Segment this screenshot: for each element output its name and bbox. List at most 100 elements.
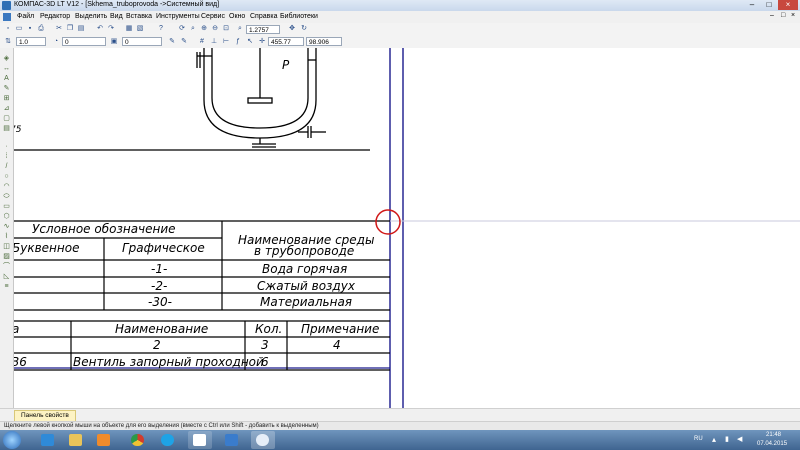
- doc-minimize-icon[interactable]: –: [770, 12, 774, 19]
- polygon-icon[interactable]: ⬡: [2, 212, 11, 221]
- kompas-icon: [193, 434, 206, 446]
- parametrization-icon[interactable]: ⊞: [2, 94, 11, 103]
- rotate-icon[interactable]: ↻: [300, 25, 308, 33]
- contour-icon[interactable]: ◫: [2, 242, 11, 251]
- cursor-icon[interactable]: ↖: [246, 38, 254, 46]
- refresh-icon[interactable]: ⟳: [178, 25, 186, 33]
- pan-icon[interactable]: ✥: [288, 25, 296, 33]
- select-icon[interactable]: ▢: [2, 114, 11, 123]
- language-indicator[interactable]: RU: [694, 436, 703, 442]
- layer-combo[interactable]: 0: [62, 37, 106, 46]
- local-cs-icon[interactable]: ⊢: [222, 38, 230, 46]
- menu-edit[interactable]: Редактор: [40, 13, 70, 20]
- undo-icon[interactable]: ↶: [96, 25, 104, 33]
- menu-service[interactable]: Сервис: [201, 13, 225, 20]
- spec-number: 3: [261, 338, 269, 352]
- menu-tools[interactable]: Инструменты: [156, 13, 200, 20]
- zoom-window-icon[interactable]: ⌕: [189, 25, 197, 33]
- doc-close-icon[interactable]: ×: [791, 12, 795, 19]
- legend-row-graphic: -2-: [151, 279, 168, 293]
- taskbar-ie-window[interactable]: [220, 431, 244, 449]
- zoom-combo[interactable]: 1.2757: [246, 25, 280, 34]
- minimize-icon[interactable]: –: [744, 0, 760, 10]
- menu-select[interactable]: Выделить: [75, 13, 107, 20]
- zoom-icon[interactable]: ⌕: [236, 25, 244, 33]
- taskbar-kompas-lt[interactable]: [251, 431, 275, 449]
- network-icon[interactable]: ▮: [725, 435, 729, 443]
- manager-icon[interactable]: ▧: [136, 25, 144, 33]
- ellipse-icon[interactable]: ⬭: [2, 192, 11, 201]
- segment-icon[interactable]: /: [2, 162, 11, 171]
- legend-header-medium-2: в трубопроводе: [254, 244, 355, 258]
- menu-libraries[interactable]: Библиотеки: [280, 13, 318, 20]
- save-icon[interactable]: ▪: [26, 25, 34, 33]
- new-file-icon[interactable]: ▫: [4, 25, 12, 33]
- clock-date[interactable]: 07.04.2015: [757, 441, 787, 447]
- copy-icon[interactable]: ❐: [66, 25, 74, 33]
- taskbar-kompas[interactable]: [188, 431, 212, 449]
- step-icon: ⇅: [5, 38, 11, 45]
- redo-icon[interactable]: ↷: [107, 25, 115, 33]
- geometry-icon[interactable]: ◈: [2, 54, 11, 63]
- legend-row-medium: Вода горячая: [262, 262, 348, 276]
- start-button[interactable]: [3, 431, 21, 449]
- spec-icon[interactable]: ▤: [2, 124, 11, 133]
- snap-icon[interactable]: ✎: [168, 38, 176, 46]
- taskbar-chrome[interactable]: [126, 431, 150, 449]
- properties-icon[interactable]: ▦: [125, 25, 133, 33]
- fillet-icon[interactable]: ⌒: [2, 262, 11, 271]
- legend-header-graphic: Графическое: [122, 241, 205, 255]
- coord-y-field[interactable]: 98.906: [306, 37, 342, 46]
- hatch-icon[interactable]: ▨: [2, 252, 11, 261]
- volume-icon[interactable]: ◀: [737, 435, 742, 443]
- taskbar-media[interactable]: [92, 431, 116, 449]
- edit-icon[interactable]: ✎: [2, 84, 11, 93]
- paste-icon[interactable]: ▤: [77, 25, 85, 33]
- clock-time[interactable]: 21:48: [766, 432, 781, 438]
- open-file-icon[interactable]: ▭: [15, 25, 23, 33]
- circle-icon[interactable]: ○: [2, 172, 11, 181]
- rectangle-icon[interactable]: ▭: [2, 202, 11, 211]
- menu-window[interactable]: Окно: [229, 13, 245, 20]
- measure-icon[interactable]: ⊿: [2, 104, 11, 113]
- style-combo[interactable]: 0: [122, 37, 162, 46]
- equidistant-icon[interactable]: ≡: [2, 282, 11, 291]
- arc-icon[interactable]: ◠: [2, 182, 11, 191]
- doc-restore-icon[interactable]: □: [781, 12, 785, 19]
- close-icon[interactable]: ×: [778, 0, 798, 10]
- layer-icon[interactable]: ▣: [110, 38, 118, 46]
- app-icon: [2, 1, 11, 10]
- chamfer-icon[interactable]: ◺: [2, 272, 11, 281]
- maximize-icon[interactable]: □: [761, 0, 777, 10]
- auxline-icon[interactable]: ⁞: [2, 152, 11, 161]
- zoom-in-icon[interactable]: ⊕: [200, 25, 208, 33]
- point-icon[interactable]: ·: [2, 142, 11, 151]
- menu-insert[interactable]: Вставка: [126, 13, 152, 20]
- spline-icon[interactable]: ∿: [2, 222, 11, 231]
- ortho-icon[interactable]: ⊥: [210, 38, 218, 46]
- taskbar-ie[interactable]: [36, 431, 60, 449]
- stirrer-blade: [247, 97, 273, 104]
- zoom-fit-icon[interactable]: ⊡: [222, 25, 230, 33]
- help-icon[interactable]: ?: [157, 25, 165, 33]
- tray-arrow-icon[interactable]: ▴: [712, 435, 716, 444]
- coord-x-field[interactable]: 455.77: [268, 37, 304, 46]
- doc-icon[interactable]: [3, 13, 11, 21]
- step-combo[interactable]: 1.0: [16, 37, 46, 46]
- snap-settings-icon[interactable]: ✎: [180, 38, 188, 46]
- print-icon[interactable]: ⎙: [37, 25, 45, 33]
- function-icon[interactable]: ƒ: [234, 38, 242, 46]
- grid-icon[interactable]: #: [198, 38, 206, 46]
- menu-file[interactable]: Файл: [17, 13, 34, 20]
- notation-icon[interactable]: A: [2, 74, 11, 83]
- cut-icon[interactable]: ✂: [55, 25, 63, 33]
- media-player-icon: [97, 434, 110, 446]
- dimensions-icon[interactable]: ↔: [2, 64, 11, 73]
- menu-view[interactable]: Вид: [110, 13, 123, 20]
- polyline-icon[interactable]: ⌇: [2, 232, 11, 241]
- taskbar-skype[interactable]: [156, 431, 180, 449]
- drawing-canvas[interactable]: P 75 Условное обозначение Буквенное Граф…: [14, 48, 800, 408]
- taskbar-explorer[interactable]: [64, 431, 88, 449]
- zoom-out-icon[interactable]: ⊖: [211, 25, 219, 33]
- menu-help[interactable]: Справка: [250, 13, 277, 20]
